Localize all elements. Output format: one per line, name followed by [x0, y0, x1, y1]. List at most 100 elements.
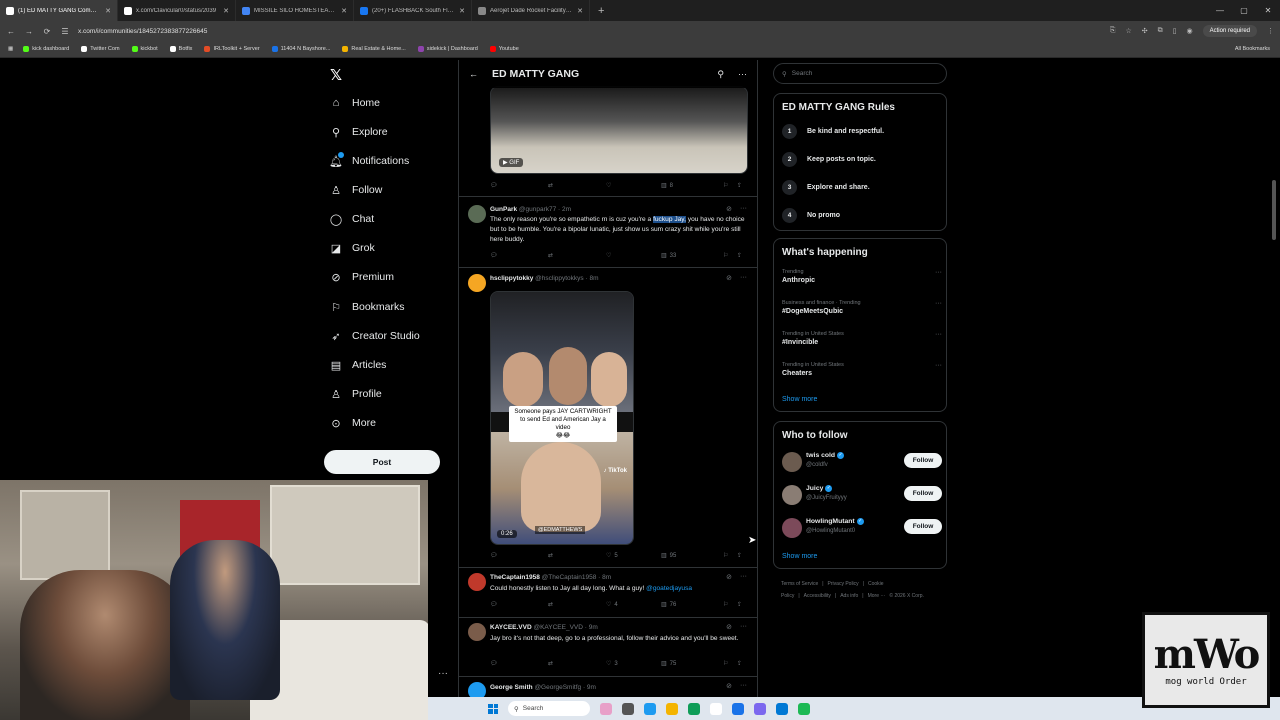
- grok-icon[interactable]: ⊘: [726, 274, 732, 282]
- grok-icon[interactable]: ⊘: [726, 682, 732, 690]
- windows-start-icon[interactable]: [488, 703, 498, 714]
- more-icon[interactable]: ···: [935, 331, 942, 338]
- footer-link[interactable]: Terms of Service: [781, 581, 818, 587]
- bookmark-item[interactable]: Twitter Com: [81, 46, 120, 52]
- tweet-author[interactable]: hsclippytokky @hsclippytokkys · 8m: [490, 275, 598, 282]
- nav-item-follow[interactable]: ♙ Follow: [330, 184, 382, 197]
- avatar[interactable]: [468, 274, 486, 292]
- bookmark-item[interactable]: sidekick | Dashboard: [417, 46, 478, 52]
- tweet-author[interactable]: George Smith @GeorgeSmitfg · 9m: [490, 684, 596, 691]
- tab-close-icon[interactable]: ✕: [105, 7, 111, 15]
- bookmark-icon[interactable]: ⚐: [723, 182, 737, 189]
- overlay-more-icon[interactable]: ···: [438, 668, 448, 679]
- sidebar-icon[interactable]: ▯: [1173, 27, 1177, 35]
- more-options-icon[interactable]: ···: [738, 69, 747, 79]
- bookmark-item[interactable]: 11404 N Bayshore...: [271, 46, 330, 52]
- maximize-icon[interactable]: ▢: [1232, 0, 1256, 21]
- taskbar-app-icon[interactable]: [600, 702, 612, 715]
- follow-suggestion[interactable]: Juicy ✓ @JuicyFruityyy Follow: [782, 483, 942, 509]
- retweet-icon[interactable]: ⇄: [548, 660, 606, 667]
- browser-tab[interactable]: (20+) FLASHBACK South Florid ✕: [354, 0, 472, 21]
- taskbar-app-icon[interactable]: [710, 702, 722, 715]
- tweet-author[interactable]: GunPark @gunpark77 · 2m: [490, 206, 571, 213]
- avatar[interactable]: [468, 573, 486, 591]
- share-icon[interactable]: ⇪: [737, 552, 747, 559]
- more-icon[interactable]: ···: [740, 682, 747, 690]
- minimize-icon[interactable]: —: [1208, 0, 1232, 21]
- views-count[interactable]: ▥ 75: [661, 660, 723, 668]
- show-more-link[interactable]: Show more: [782, 396, 817, 403]
- footer-link[interactable]: More ···: [868, 593, 886, 599]
- nav-item-more[interactable]: ⊙ More: [330, 417, 376, 430]
- like-count[interactable]: ♡ 3: [606, 660, 661, 668]
- browser-tab[interactable]: MISSILE SILO HOMESTEAD - G ✕: [236, 0, 354, 21]
- views-count[interactable]: ▥ 8: [661, 182, 723, 190]
- more-icon[interactable]: ···: [740, 205, 747, 213]
- retweet-icon[interactable]: ⇄: [548, 252, 606, 259]
- avatar[interactable]: [782, 452, 802, 472]
- bookmark-icon[interactable]: ⚐: [723, 660, 737, 667]
- extension-icon[interactable]: ✣: [1142, 27, 1148, 35]
- action-required-button[interactable]: Action required: [1202, 25, 1257, 37]
- nav-item-explore[interactable]: ⚲ Explore: [330, 126, 388, 139]
- url-field[interactable]: x.com/i/communities/1845272383877226645: [78, 28, 1102, 35]
- taskbar-app-icon[interactable]: [644, 702, 656, 715]
- footer-link[interactable]: Privacy Policy: [828, 581, 859, 587]
- x-logo-icon[interactable]: 𝕏: [330, 66, 342, 84]
- close-window-icon[interactable]: ✕: [1256, 0, 1280, 21]
- follow-suggestion[interactable]: HowlingMutant ✓ @HowlingMutant0 Follow: [782, 516, 942, 542]
- page-scrollbar[interactable]: [1272, 180, 1276, 240]
- reload-icon[interactable]: ⟳: [42, 27, 52, 36]
- views-count[interactable]: ▥ 76: [661, 601, 723, 609]
- search-input[interactable]: [791, 70, 932, 77]
- avatar[interactable]: [468, 623, 486, 641]
- taskbar-app-icon[interactable]: [666, 702, 678, 715]
- more-icon[interactable]: ···: [935, 362, 942, 369]
- taskbar-app-icon[interactable]: [754, 702, 766, 715]
- share-icon[interactable]: ⇪: [737, 182, 747, 189]
- nav-item-notifications[interactable]: 🔔︎ Notifications: [329, 152, 409, 168]
- retweet-icon[interactable]: ⇄: [548, 601, 606, 608]
- follow-button[interactable]: Follow: [904, 453, 942, 468]
- taskbar-app-icon[interactable]: [622, 702, 634, 715]
- nav-item-home[interactable]: ⌂ Home: [330, 97, 380, 109]
- like-icon[interactable]: ♡: [606, 252, 661, 259]
- browser-tab[interactable]: Aerojet Dade Rocket Facility | A ✕: [472, 0, 590, 21]
- bookmark-item[interactable]: kick dashboard: [23, 46, 69, 52]
- bookmark-item[interactable]: kickbot: [131, 46, 158, 52]
- taskbar-app-icon[interactable]: [688, 702, 700, 715]
- bookmark-item[interactable]: Youtube: [489, 46, 519, 52]
- grok-icon[interactable]: ⊘: [726, 623, 732, 631]
- nav-item-articles[interactable]: ▤ Articles: [330, 359, 387, 372]
- reply-icon[interactable]: 💬︎: [490, 552, 548, 559]
- site-info-icon[interactable]: ☰: [60, 27, 70, 36]
- reply-icon[interactable]: 💬︎: [490, 601, 548, 608]
- tab-close-icon[interactable]: ✕: [341, 7, 347, 15]
- puzzle-icon[interactable]: ⧉: [1158, 27, 1163, 35]
- avatar[interactable]: [782, 485, 802, 505]
- follow-button[interactable]: Follow: [904, 519, 942, 534]
- mention-link[interactable]: @goatedjayusa: [646, 585, 692, 592]
- like-count[interactable]: ♡ 5: [606, 552, 661, 560]
- bookmark-icon[interactable]: ⚐: [723, 252, 737, 259]
- forward-icon[interactable]: →: [24, 27, 34, 36]
- bookmark-item[interactable]: IRLToolkit + Server: [204, 46, 260, 52]
- trend-item[interactable]: Trending in United States #Invincible ···: [782, 331, 942, 346]
- search-icon[interactable]: ⚲: [717, 69, 724, 80]
- trend-item[interactable]: Business and finance · Trending #DogeMeet…: [782, 300, 942, 315]
- menu-icon[interactable]: ⋮: [1267, 27, 1274, 35]
- nav-item-bookmarks[interactable]: ⚐ Bookmarks: [330, 301, 404, 314]
- bookmark-item[interactable]: Real Estate & Home...: [342, 46, 406, 52]
- video-media[interactable]: Someone pays JAY CARTWRIGHT to send Ed a…: [490, 291, 634, 545]
- like-count[interactable]: ♡ 4: [606, 601, 661, 609]
- nav-item-chat[interactable]: ◯ Chat: [330, 213, 374, 226]
- show-more-link[interactable]: Show more: [782, 553, 817, 560]
- tweet-author[interactable]: TheCaptain1958 @TheCaptain1958 · 8m: [490, 574, 611, 581]
- follow-suggestion[interactable]: twis cold ✓ @coldfv Follow: [782, 450, 942, 476]
- grok-icon[interactable]: ⊘: [726, 205, 732, 213]
- more-icon[interactable]: ···: [740, 274, 747, 282]
- reply-icon[interactable]: 💬︎: [490, 182, 548, 189]
- back-arrow-icon[interactable]: ←: [469, 69, 478, 79]
- reply-icon[interactable]: 💬︎: [490, 660, 548, 667]
- share-icon[interactable]: ⇪: [737, 601, 747, 608]
